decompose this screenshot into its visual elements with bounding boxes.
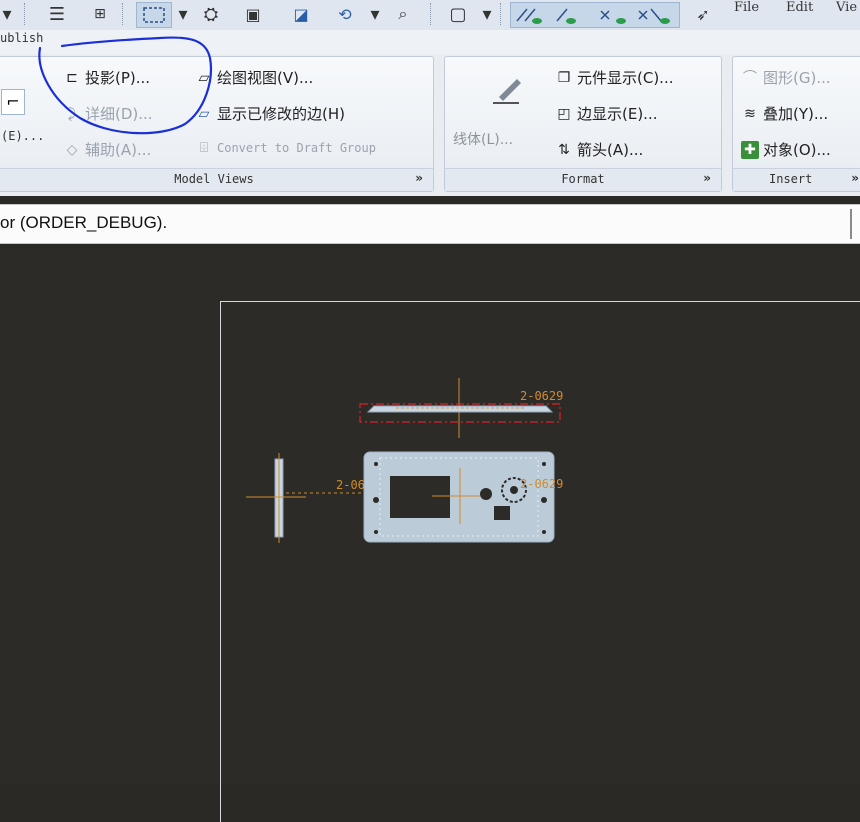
object-icon: ✚	[741, 140, 759, 159]
graphics-icon: ⌒	[743, 69, 757, 86]
convert-to-draft-group-button[interactable]: ⌹ Convert to Draft Group	[195, 139, 376, 157]
insert-expand-icon[interactable]: »	[851, 171, 859, 185]
auxiliary-view-icon: ◇	[66, 141, 78, 158]
object-button[interactable]: ✚ 对象(O)...	[741, 139, 831, 160]
toolbar-separator	[24, 3, 26, 25]
object-label: 对象(O)...	[763, 141, 831, 159]
dimension-label-right: 2-0629	[520, 477, 564, 491]
layers-icon[interactable]: ☰	[42, 2, 72, 26]
model-views-panel: ⌐ (E)... ⊏ 投影(P)... ⤸ 详细(D)... ◇ 辅助(A)..…	[0, 56, 434, 192]
auxiliary-view-label: 辅助(A)...	[85, 141, 152, 159]
dropdown-arrow-icon[interactable]: ▾	[480, 2, 494, 26]
message-bar: or (ORDER_DEBUG).	[0, 204, 860, 244]
projection-icon: ⊏	[66, 69, 78, 86]
menu-file[interactable]: File	[734, 0, 759, 15]
convert-to-draft-group-label: Convert to Draft Group	[217, 141, 376, 155]
convert-icon: ⌹	[199, 140, 209, 156]
insert-panel: ⌒ 图形(G)... ≋ 叠加(Y)... ✚ 对象(O)... Insert …	[732, 56, 860, 192]
drawing-view-label: 绘图视图(V)...	[217, 69, 314, 87]
general-view-icon[interactable]: ⌐	[1, 89, 25, 115]
component-display-label: 元件显示(C)...	[577, 69, 674, 87]
drawing-view-icon: ▱	[198, 69, 210, 86]
insert-title: Insert	[769, 172, 813, 186]
quick-access-toolbar: ▾ ☰ ⊞ ▾ ⛭ ▣ ◪ ⟲ ▾ ⌕ ▢ ▾ ➶ File Edit Vie	[0, 0, 860, 30]
graphics-label: 图形(G)...	[763, 69, 831, 87]
arrow-button[interactable]: ⇅ 箭头(A)...	[555, 139, 643, 160]
modified-edges-icon: ▱	[198, 105, 210, 122]
overlay-icon: ≋	[744, 105, 756, 122]
line-style-button[interactable]: 线体(L)...	[453, 129, 513, 149]
display-style-icon[interactable]: ▢	[444, 2, 472, 26]
menu-edit[interactable]: Edit	[786, 0, 813, 15]
line-style-label: 线体(L)...	[453, 132, 514, 148]
overlay-button[interactable]: ≋ 叠加(Y)...	[741, 103, 828, 124]
zoom-window-icon[interactable]: ⌕	[390, 2, 416, 26]
dropdown-arrow-icon[interactable]: ▾	[0, 2, 14, 26]
binoculars-icon[interactable]: ⛭	[198, 2, 224, 26]
component-display-icon: ❐	[557, 69, 571, 86]
menu-view-label: Vie	[836, 0, 858, 15]
datum-display-group	[510, 2, 680, 28]
toolbar-separator	[122, 3, 124, 25]
format-title: Format	[561, 172, 605, 186]
detail-view-icon: ⤸	[67, 105, 77, 122]
projection-button[interactable]: ⊏ 投影(P)...	[63, 67, 150, 88]
menu-view[interactable]: Vie	[836, 0, 857, 15]
edge-display-label: 边显示(E)...	[577, 105, 658, 123]
auxiliary-view-button[interactable]: ◇ 辅助(A)...	[63, 139, 152, 160]
tree-icon[interactable]: ⊞	[88, 2, 112, 26]
message-bar-splitter[interactable]	[850, 209, 860, 239]
projection-label: 投影(P)...	[85, 69, 151, 87]
edge-display-icon: ◰	[557, 105, 571, 122]
menu-edit-label: Edit	[786, 0, 814, 15]
ribbon: ⌐ (E)... ⊏ 投影(P)... ⤸ 详细(D)... ◇ 辅助(A)..…	[0, 54, 860, 196]
front-view[interactable]	[360, 448, 560, 546]
show-modified-edges-label: 显示已修改的边(H)	[217, 105, 345, 123]
toolbar-separator	[430, 3, 432, 25]
dropdown-arrow-icon[interactable]: ▾	[176, 2, 190, 26]
component-display-button[interactable]: ❐ 元件显示(C)...	[555, 67, 674, 88]
left-partial-label: (E)...	[1, 129, 45, 143]
show-modified-edges-button[interactable]: ▱ 显示已修改的边(H)	[195, 103, 345, 124]
side-view[interactable]	[246, 453, 366, 543]
graphics-button[interactable]: ⌒ 图形(G)...	[741, 67, 831, 88]
box-select-icon[interactable]	[136, 2, 172, 28]
overlay-label: 叠加(Y)...	[763, 105, 829, 123]
arrow-icon: ⇅	[558, 141, 570, 158]
arrow-label: 箭头(A)...	[577, 141, 644, 159]
detailed-view-button[interactable]: ⤸ 详细(D)...	[63, 103, 153, 124]
left-partial-button[interactable]: (E)...	[1, 129, 44, 143]
format-expand-icon[interactable]: »	[703, 171, 711, 185]
model-views-expand-icon[interactable]: »	[415, 171, 423, 185]
model-views-footer: Model Views »	[0, 168, 433, 191]
detailed-view-label: 详细(D)...	[85, 105, 153, 123]
sheet-icon[interactable]: ▣	[240, 2, 266, 26]
ribbon-tab-row: ublish	[0, 30, 860, 54]
model-views-title: Model Views	[174, 172, 254, 186]
menu-file-label: File	[734, 0, 760, 15]
regenerate-icon[interactable]: ⟲	[330, 2, 360, 26]
help-pointer-icon[interactable]: ➶	[692, 2, 714, 26]
edge-display-button[interactable]: ◰ 边显示(E)...	[555, 103, 658, 124]
edit-view-icon[interactable]: ◪	[286, 2, 316, 26]
top-view[interactable]	[356, 378, 566, 438]
status-message: or (ORDER_DEBUG).	[0, 213, 168, 232]
format-footer: Format »	[445, 168, 721, 191]
dropdown-arrow-icon[interactable]: ▾	[368, 2, 382, 26]
dimension-label-top: 2-0629	[520, 389, 564, 403]
drawing-view-button[interactable]: ▱ 绘图视图(V)...	[195, 67, 314, 88]
tab-publish[interactable]: ublish	[0, 31, 43, 45]
toolbar-separator	[500, 3, 502, 25]
drawing-canvas[interactable]: 2-0629 2-0629 2-0629	[0, 248, 860, 822]
line-style-icon[interactable]	[489, 73, 525, 107]
insert-footer: Insert »	[733, 168, 860, 191]
format-panel: 线体(L)... ❐ 元件显示(C)... ◰ 边显示(E)... ⇅ 箭头(A…	[444, 56, 722, 192]
